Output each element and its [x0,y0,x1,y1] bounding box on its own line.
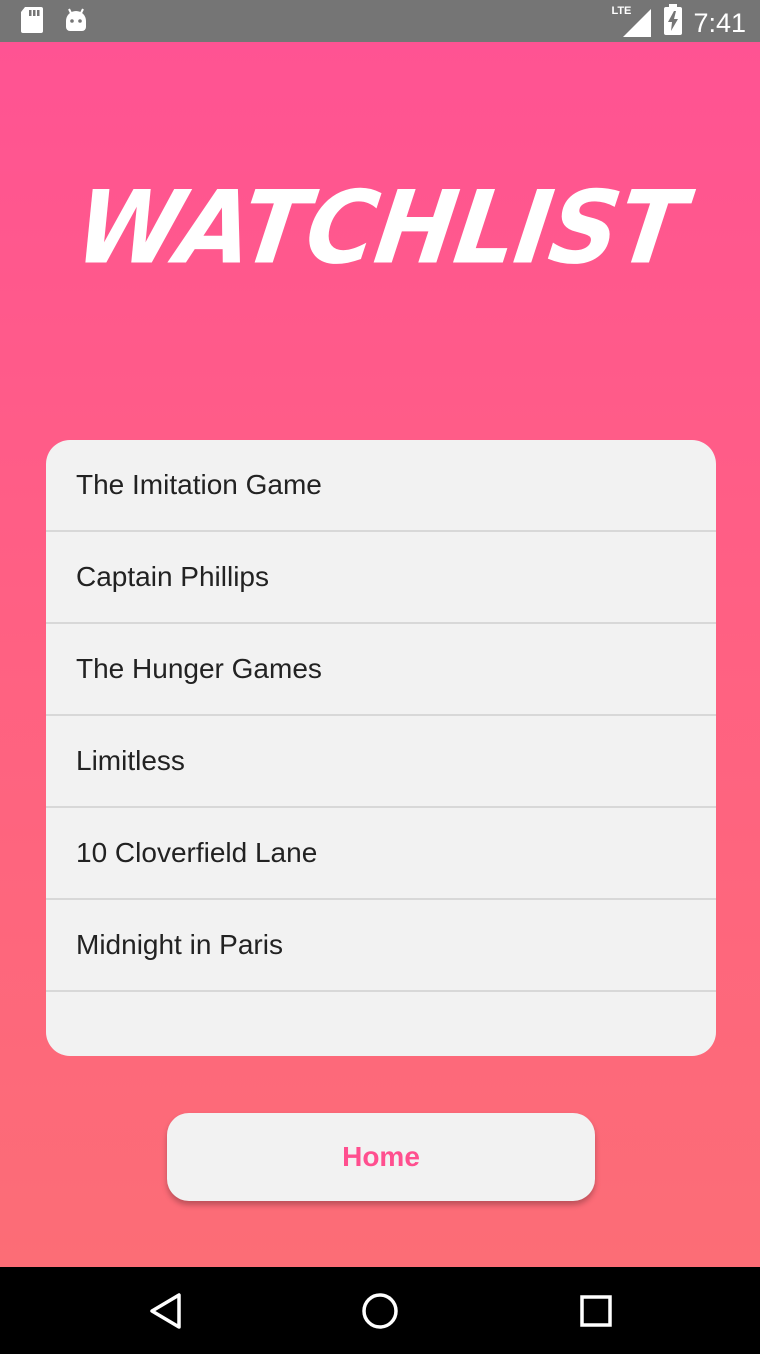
app-screen: WATCHLIST The Imitation Game Captain Phil… [0,42,760,1267]
watchlist-list: The Imitation Game Captain Phillips The Hu… [46,440,716,1056]
home-circle-icon[interactable] [358,1289,402,1333]
signal-icon: LTE [611,5,653,39]
status-bar: LTE 7:41 [0,0,760,42]
sd-card-icon [20,6,44,39]
list-item-label: Midnight in Paris [76,929,283,960]
list-item-label: Captain Phillips [76,561,269,592]
android-icon [64,7,88,38]
list-item-label: 10 Cloverfield Lane [76,837,318,868]
list-empty-space [46,992,716,1056]
status-time: 7:41 [693,7,746,38]
list-item[interactable]: Midnight in Paris [46,900,716,992]
list-item[interactable]: Limitless [46,716,716,808]
list-item-label: Limitless [76,745,185,776]
list-item[interactable]: The Hunger Games [46,624,716,716]
navigation-bar [0,1267,760,1354]
list-item-label: The Hunger Games [76,653,322,684]
list-item[interactable]: 10 Cloverfield Lane [46,808,716,900]
list-item[interactable]: Captain Phillips [46,532,716,624]
battery-charging-icon [663,4,683,41]
network-type-label: LTE [611,4,632,17]
recents-icon[interactable] [574,1289,618,1333]
home-button[interactable]: Home [167,1113,595,1201]
title-container: WATCHLIST [0,169,760,287]
list-item[interactable]: The Imitation Game [46,440,716,532]
page-title: WATCHLIST [68,169,692,287]
back-icon[interactable] [144,1289,188,1333]
watchlist-card[interactable]: The Imitation Game Captain Phillips The Hu… [46,440,716,1056]
list-item-label: The Imitation Game [76,469,322,500]
